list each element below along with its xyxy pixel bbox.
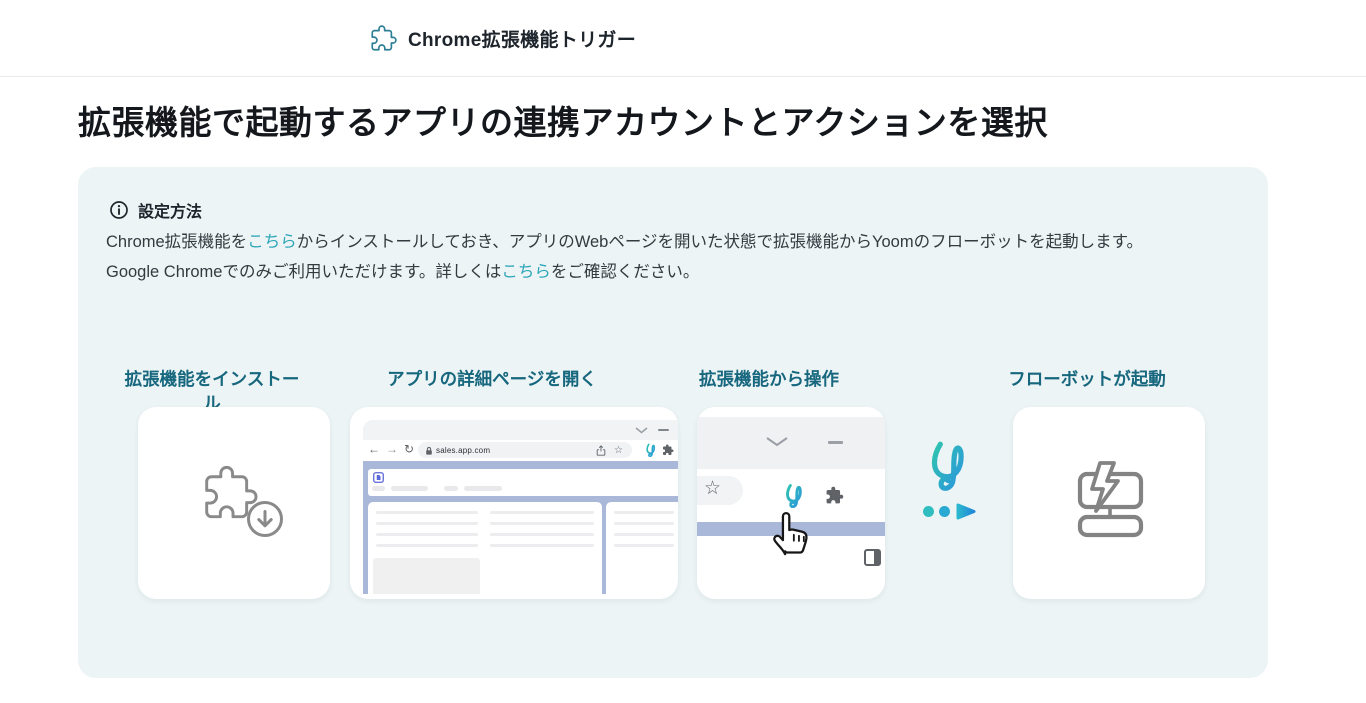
star-icon: ☆ — [614, 445, 623, 456]
url-bar: sales.app.com ☆ — [418, 442, 632, 458]
placeholder-line — [490, 544, 594, 547]
placeholder-pill — [464, 486, 502, 491]
extensions-puzzle-icon — [663, 444, 674, 455]
step-title: フローボットが起動 — [1008, 369, 1166, 389]
share-icon — [596, 445, 606, 456]
hand-cursor-icon — [773, 512, 808, 556]
browser-titlebar — [697, 417, 885, 469]
step-1-install-extension: 拡張機能をインストール — [125, 367, 330, 599]
reload-icon: ↻ — [404, 442, 415, 456]
details-link[interactable]: こちら — [501, 263, 551, 281]
extension-puzzle-icon — [370, 24, 397, 52]
flow-connector — [893, 407, 1008, 599]
guide-text-line2: Google Chromeでのみご利用いただけます。詳しくはこちらをご確認くださ… — [106, 257, 1246, 287]
guide-header: 設定方法 — [109, 198, 202, 222]
forward-icon: → — [386, 442, 398, 456]
app-page-mockup — [363, 461, 678, 594]
browser-toolbar: ☆ — [697, 469, 885, 566]
step-card-install — [138, 407, 330, 599]
placeholder-line — [614, 533, 674, 536]
app-title: Chrome拡張機能トリガー — [408, 29, 636, 51]
app-header: Chrome拡張機能トリガー — [0, 0, 1366, 77]
page-panel-right — [606, 502, 678, 594]
step-card-flowbot — [1013, 407, 1205, 599]
yoom-extension-icon — [646, 443, 656, 457]
placeholder-line — [376, 522, 478, 525]
browser-toolbar: ← → ↻ sales.app.com ☆ — [363, 440, 678, 461]
placeholder-line — [490, 511, 594, 514]
placeholder-line — [614, 522, 674, 525]
page: Chrome拡張機能トリガー 拡張機能で起動するアプリの連携アカウントとアクショ… — [0, 0, 1366, 703]
guide-line2-post: をご確認ください。 — [550, 263, 700, 281]
browser-titlebar — [363, 420, 678, 440]
guide-line1-pre: Chrome拡張機能を — [106, 233, 248, 251]
minimize-icon — [828, 441, 843, 444]
step-card-toolbar-zoom: ☆ — [697, 407, 885, 599]
yoom-logo — [923, 439, 975, 491]
doc-icon — [373, 472, 384, 483]
lock-icon — [426, 446, 432, 455]
placeholder-line — [376, 544, 478, 547]
placeholder-pill — [372, 486, 385, 491]
step-title: アプリの詳細ページを開く — [387, 369, 597, 389]
app-header-content: Chrome拡張機能トリガー — [370, 0, 636, 76]
guide-line2-pre: Google Chromeでのみご利用いただけます。詳しくは — [106, 263, 502, 281]
placeholder-line — [376, 533, 478, 536]
placeholder-line — [490, 533, 594, 536]
placeholder-line — [490, 522, 594, 525]
extensions-puzzle-icon — [826, 486, 844, 504]
step-card-browser: ← → ↻ sales.app.com ☆ — [350, 407, 678, 599]
guide-text: Chrome拡張機能をこちらからインストールしておき、アプリのWebページを開い… — [106, 227, 1246, 287]
step-title: 拡張機能をインストール — [124, 369, 300, 413]
puzzle-download-icon — [205, 465, 283, 537]
url-text: sales.app.com — [436, 446, 491, 455]
flowbot-icon — [1077, 461, 1144, 538]
browser-window-mockup: ← → ↻ sales.app.com ☆ — [363, 420, 678, 461]
placeholder-pill — [391, 486, 428, 491]
sidebar-icon — [864, 549, 881, 566]
step-2-open-app-page: アプリの詳細ページを開く ← → ↻ sales.app.com ☆ — [350, 367, 678, 599]
step-3-use-extension: 拡張機能から操作 ☆ — [697, 367, 885, 599]
placeholder-box — [373, 558, 480, 594]
page-panel-left — [368, 502, 602, 594]
install-link[interactable]: こちら — [247, 233, 297, 251]
placeholder-line — [376, 511, 478, 514]
back-icon: ← — [368, 442, 380, 456]
yoom-extension-icon — [786, 484, 802, 508]
page-header-strip — [368, 469, 678, 496]
guide-line1-post: からインストールしておき、アプリのWebページを開いた状態で拡張機能からYoom… — [296, 233, 1143, 251]
page-title: 拡張機能で起動するアプリの連携アカウントとアクションを選択 — [78, 104, 1048, 141]
setup-guide-panel: 設定方法 Chrome拡張機能をこちらからインストールしておき、アプリのWebペ… — [78, 167, 1268, 678]
minimize-icon — [658, 429, 669, 431]
star-icon: ☆ — [704, 478, 722, 499]
step-4-flowbot-starts: フローボットが起動 — [1008, 367, 1205, 599]
flow-arrow-icon — [956, 503, 976, 520]
guide-title: 設定方法 — [138, 204, 203, 221]
placeholder-pill — [444, 486, 458, 491]
flow-dot — [939, 506, 950, 517]
info-icon — [109, 200, 129, 220]
guide-text-line1: Chrome拡張機能をこちらからインストールしておき、アプリのWebページを開い… — [106, 227, 1246, 257]
placeholder-line — [614, 511, 674, 514]
chevron-down-icon — [635, 427, 648, 434]
chevron-down-icon — [766, 437, 788, 447]
placeholder-line — [614, 544, 674, 547]
step-title: 拡張機能から操作 — [699, 369, 839, 389]
flow-dot — [923, 506, 934, 517]
